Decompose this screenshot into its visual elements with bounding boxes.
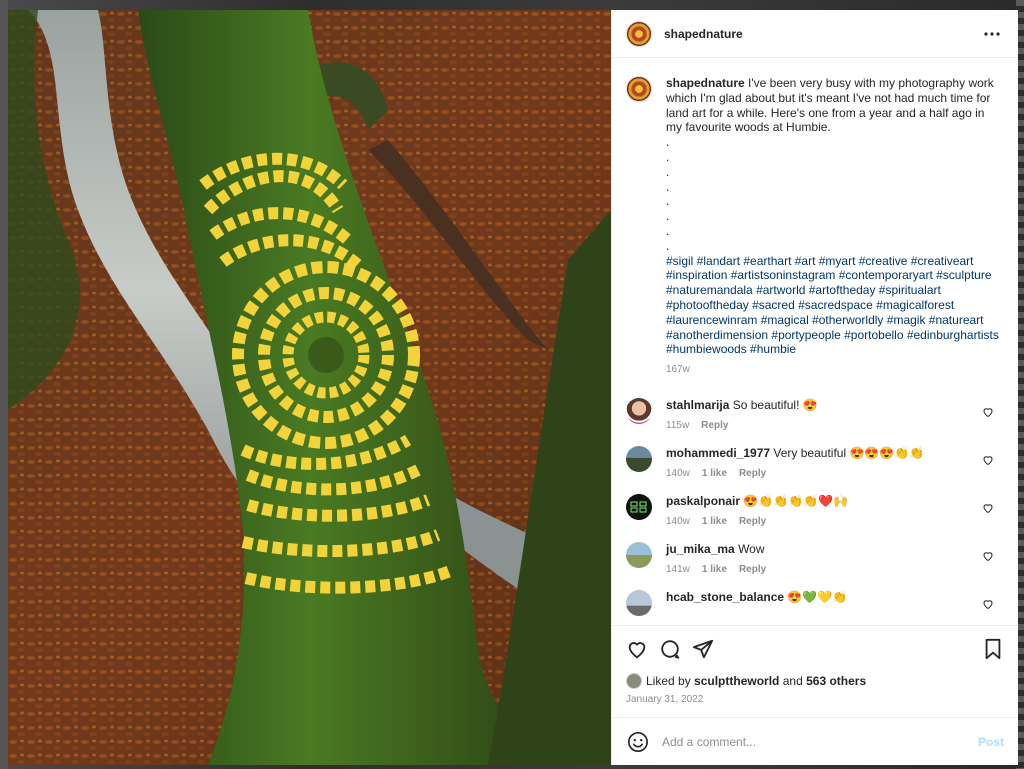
post-comment-button[interactable]: Post (978, 735, 1004, 749)
post-header: shapednature (612, 10, 1018, 58)
comment-username[interactable]: stahlmarija (666, 398, 729, 412)
liker-username[interactable]: sculpttheworld (694, 674, 779, 688)
comment-heart-icon[interactable] (982, 454, 994, 466)
liker-avatar[interactable] (626, 673, 642, 689)
commenter-avatar[interactable] (626, 493, 652, 520)
post-modal: shapednature shapednature I've been very… (8, 10, 1018, 765)
share-icon[interactable] (690, 636, 716, 662)
post-photo[interactable] (8, 10, 611, 765)
comment-heart-icon[interactable] (982, 550, 994, 562)
post-caption: shapednature I've been very busy with my… (626, 76, 1004, 378)
comment-likes[interactable]: 1 like (702, 468, 727, 479)
on-air-logo-icon (630, 501, 647, 513)
caption-dot: . (666, 149, 670, 164)
bookmark-icon[interactable] (980, 636, 1006, 662)
comment-username[interactable]: hcab_stone_balance (666, 590, 784, 604)
reply-button[interactable]: Reply (739, 564, 766, 575)
backdrop-left-strip (0, 0, 8, 769)
caption-age: 167w (666, 364, 690, 376)
comment-item: mohammedi_1977 Very beautiful 😍😍😍👏👏 140w… (626, 445, 1004, 479)
add-comment-bar: Post (612, 717, 1018, 765)
post-side-panel: shapednature shapednature I've been very… (611, 10, 1018, 765)
comment-text: Very beautiful 😍😍😍👏👏 (773, 445, 925, 460)
heart-icon[interactable] (624, 636, 650, 662)
commenter-avatar[interactable] (626, 541, 652, 568)
comment-heart-icon[interactable] (982, 598, 994, 610)
likes-and: and (782, 674, 803, 688)
likes-summary: Liked by sculpttheworld and 563 others (612, 671, 1018, 691)
author-avatar[interactable] (626, 20, 652, 47)
author-username[interactable]: shapednature (664, 27, 980, 41)
comment-item: hcab_stone_balance 😍💚💛👏 (626, 589, 1004, 616)
comment-item: stahlmarija So beautiful! 😍 115w Reply (626, 397, 1004, 431)
comment-heart-icon[interactable] (982, 406, 994, 418)
reply-button[interactable]: Reply (701, 420, 728, 431)
caption-dot: . (666, 194, 670, 209)
comment-text: 😍💚💛👏 (787, 589, 848, 604)
caption-author-avatar[interactable] (626, 76, 652, 102)
caption-dot: . (666, 135, 670, 150)
comment-item: paskalponair 😍👏👏👏👏❤️🙌 140w 1 like Reply (626, 493, 1004, 527)
comment-text: 😍👏👏👏👏❤️🙌 (743, 493, 848, 508)
comment-username[interactable]: paskalponair (666, 494, 740, 508)
comment-age: 140w (666, 467, 690, 479)
caption-body: shapednature I've been very busy with my… (666, 76, 1001, 378)
commenter-avatar[interactable] (626, 397, 652, 424)
post-date: January 31, 2022 (626, 694, 704, 705)
caption-dots: . . . . . . . . (666, 135, 1001, 253)
post-actions-bar (612, 625, 1018, 671)
comment-input[interactable] (662, 734, 978, 749)
comment-username[interactable]: ju_mika_ma (666, 542, 735, 556)
caption-dot: . (666, 209, 670, 224)
comment-text: Wow (738, 541, 765, 556)
comment-item: ju_mika_ma Wow 141w 1 like Reply (626, 541, 1004, 575)
comment-likes[interactable]: 1 like (702, 564, 727, 575)
comment-age: 141w (666, 563, 690, 575)
comment-icon[interactable] (657, 636, 683, 662)
comments-scroll-area[interactable]: shapednature I've been very busy with my… (612, 58, 1018, 625)
caption-username[interactable]: shapednature (666, 76, 745, 90)
caption-dot: . (666, 164, 670, 179)
caption-hashtags[interactable]: #sigil #landart #earthart #art #myart #c… (666, 254, 1001, 358)
caption-dot: . (666, 179, 670, 194)
comment-heart-icon[interactable] (982, 502, 994, 514)
comment-likes[interactable]: 1 like (702, 516, 727, 527)
likes-others[interactable]: 563 others (806, 674, 866, 688)
comment-age: 115w (666, 419, 690, 431)
likes-prefix: Liked by (646, 674, 691, 688)
comment-username[interactable]: mohammedi_1977 (666, 446, 770, 460)
commenter-avatar[interactable] (626, 445, 652, 472)
commenter-avatar[interactable] (626, 589, 652, 616)
emoji-icon[interactable] (626, 730, 650, 754)
comment-text: So beautiful! 😍 (732, 397, 818, 412)
comment-age: 140w (666, 515, 690, 527)
caption-dot: . (666, 238, 670, 253)
reply-button[interactable]: Reply (739, 516, 766, 527)
forest-leaf-mandala-image (8, 10, 611, 765)
more-options-icon[interactable] (980, 22, 1004, 46)
caption-dot: . (666, 223, 670, 238)
reply-button[interactable]: Reply (739, 468, 766, 479)
